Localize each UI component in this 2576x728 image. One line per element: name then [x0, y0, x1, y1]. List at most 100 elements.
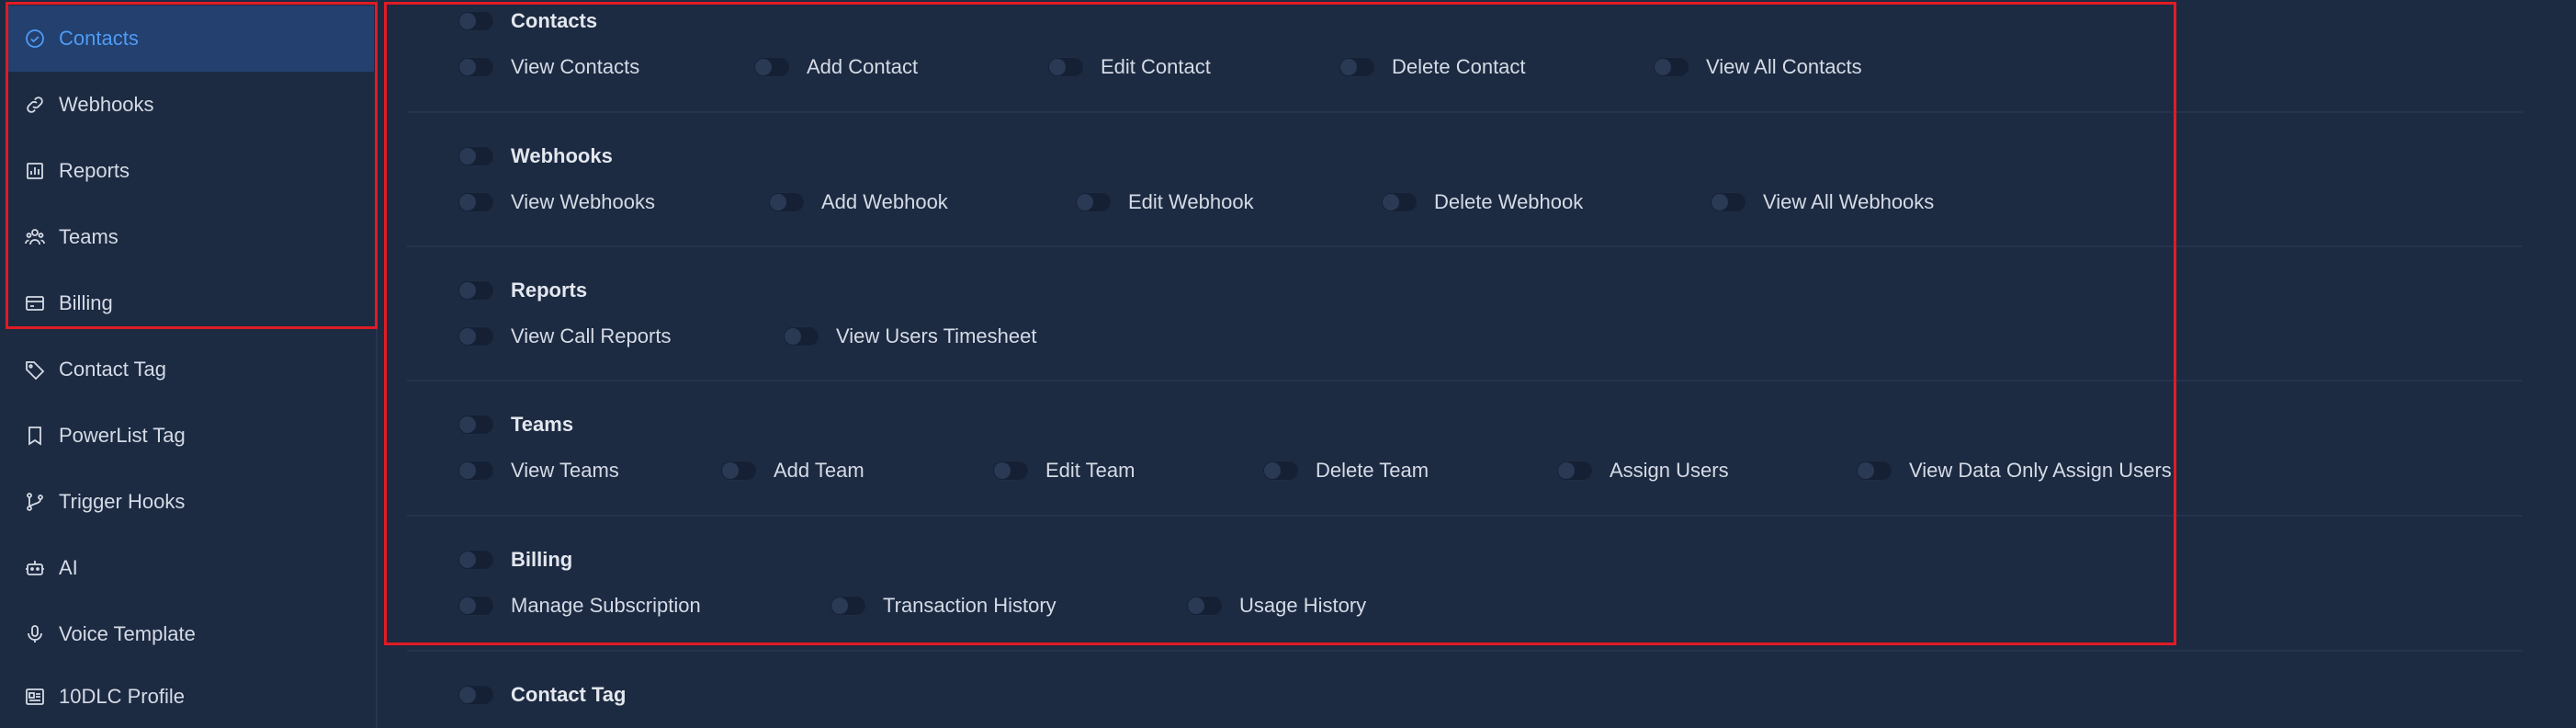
microphone-icon [24, 623, 46, 645]
permission-toggle[interactable] [1856, 461, 1892, 481]
permission-toggle[interactable] [458, 57, 494, 77]
permission-toggle[interactable] [458, 192, 494, 212]
permission-toggle[interactable] [458, 461, 494, 481]
section-title: Contact Tag [511, 683, 627, 706]
permission-row: View Contacts Add Contact Edit Contact D… [458, 55, 1910, 79]
permission-label: View Data Only Assign Users [1909, 459, 2172, 482]
users-icon [24, 226, 46, 248]
permission-item: Edit Team [992, 459, 1215, 483]
sidebar-item-teams[interactable]: Teams [6, 204, 374, 270]
permission-label: Add Webhook [821, 190, 948, 213]
permission-row: View Call Reports View Users Timesheet [458, 324, 1084, 348]
permission-toggle[interactable] [1381, 192, 1418, 212]
permission-label: View All Webhooks [1763, 190, 1935, 213]
permission-item: View All Contacts [1653, 55, 1862, 79]
permission-label: View Teams [511, 459, 619, 482]
permission-toggle[interactable] [992, 461, 1029, 481]
section-toggle[interactable] [458, 685, 494, 705]
sidebar-item-trigger-hooks[interactable]: Trigger Hooks [6, 469, 374, 535]
section-title: Contacts [511, 9, 598, 32]
sidebar-item-voice-template[interactable]: Voice Template [6, 601, 374, 667]
permission-section-reports: Reports View Call Reports View Users Tim… [407, 247, 2523, 381]
sidebar-item-label: Contacts [59, 27, 139, 50]
permission-item: View Contacts [458, 55, 706, 79]
permission-toggle[interactable] [783, 326, 819, 347]
permission-toggle[interactable] [1653, 57, 1689, 77]
sidebar-item-label: Billing [59, 291, 113, 314]
section-header: Contacts [458, 9, 597, 33]
permission-item: Manage Subscription [458, 594, 782, 618]
sidebar-item-reports[interactable]: Reports [6, 138, 374, 204]
permission-label: Manage Subscription [511, 594, 701, 617]
permission-toggle[interactable] [1186, 596, 1223, 616]
section-header: Reports [458, 279, 587, 302]
section-toggle[interactable] [458, 415, 494, 435]
section-title: Webhooks [511, 144, 613, 167]
permission-label: Delete Webhook [1434, 190, 1584, 213]
permission-item: Usage History [1186, 594, 1366, 618]
permission-toggle[interactable] [720, 461, 757, 481]
section-toggle[interactable] [458, 11, 494, 31]
permission-toggle[interactable] [1556, 461, 1593, 481]
card-icon [24, 292, 46, 314]
sidebar-item-label: Reports [59, 159, 130, 182]
permission-toggle[interactable] [1047, 57, 1084, 77]
permission-item: View Call Reports [458, 324, 735, 348]
permission-label: View All Contacts [1706, 55, 1862, 78]
sidebar-item-10dlc-profile[interactable]: 10DLC Profile [6, 664, 374, 728]
sidebar-item-billing[interactable]: Billing [6, 270, 374, 336]
permission-toggle[interactable] [768, 192, 805, 212]
check-circle-icon [24, 28, 46, 50]
sidebar-item-ai[interactable]: AI [6, 535, 374, 601]
bar-chart-icon [24, 160, 46, 182]
section-title: Reports [511, 279, 588, 301]
permission-toggle[interactable] [753, 57, 790, 77]
permission-toggle[interactable] [1339, 57, 1375, 77]
section-toggle[interactable] [458, 146, 494, 166]
permission-toggle[interactable] [458, 596, 494, 616]
permission-item: View All Webhooks [1710, 190, 1934, 214]
permission-section-contacts: Contacts View Contacts Add Contact Edit … [407, 0, 2523, 113]
section-toggle[interactable] [458, 550, 494, 570]
permission-item: View Webhooks [458, 190, 720, 214]
sidebar-item-label: Voice Template [59, 622, 196, 645]
sidebar-item-contacts[interactable]: Contacts [6, 6, 374, 72]
permission-label: View Call Reports [511, 324, 672, 347]
permission-section-teams: Teams View Teams Add Team Edit Team Dele… [407, 381, 2523, 517]
permission-item: View Data Only Assign Users [1856, 459, 2172, 483]
permission-item: View Teams [458, 459, 672, 483]
permission-toggle[interactable] [1262, 461, 1299, 481]
permission-label: Delete Contact [1392, 55, 1526, 78]
permission-toggle[interactable] [830, 596, 866, 616]
permission-item: Delete Team [1262, 459, 1508, 483]
permission-section-billing: Billing Manage Subscription Transaction … [407, 517, 2523, 652]
permission-label: Edit Contact [1101, 55, 1211, 78]
permission-toggle[interactable] [458, 326, 494, 347]
permission-item: Delete Webhook [1381, 190, 1662, 214]
permission-item: Edit Contact [1047, 55, 1291, 79]
sidebar-item-webhooks[interactable]: Webhooks [6, 72, 374, 138]
permission-item: Assign Users [1556, 459, 1808, 483]
permission-label: View Webhooks [511, 190, 655, 213]
permission-item: Add Webhook [768, 190, 1027, 214]
permission-item: Add Team [720, 459, 944, 483]
permission-item: Add Contact [753, 55, 1000, 79]
sidebar-item-powerlist-tag[interactable]: PowerList Tag [6, 403, 374, 469]
permission-toggle[interactable] [1075, 192, 1112, 212]
section-title: Billing [511, 548, 573, 571]
sidebar-item-label: PowerList Tag [59, 424, 186, 447]
permission-item: Delete Contact [1339, 55, 1605, 79]
permission-item: View Users Timesheet [783, 324, 1036, 348]
bookmark-icon [24, 425, 46, 447]
permission-item: Edit Webhook [1075, 190, 1333, 214]
link-icon [24, 94, 46, 116]
section-header: Billing [458, 548, 572, 572]
section-toggle[interactable] [458, 280, 494, 301]
permission-label: Assign Users [1610, 459, 1729, 482]
tag-icon [24, 358, 46, 381]
sidebar-item-contact-tag[interactable]: Contact Tag [6, 336, 374, 403]
permission-label: View Users Timesheet [836, 324, 1037, 347]
sidebar-item-label: Contact Tag [59, 358, 167, 381]
permission-toggle[interactable] [1710, 192, 1746, 212]
permission-section-webhooks: Webhooks View Webhooks Add Webhook Edit … [407, 113, 2523, 247]
